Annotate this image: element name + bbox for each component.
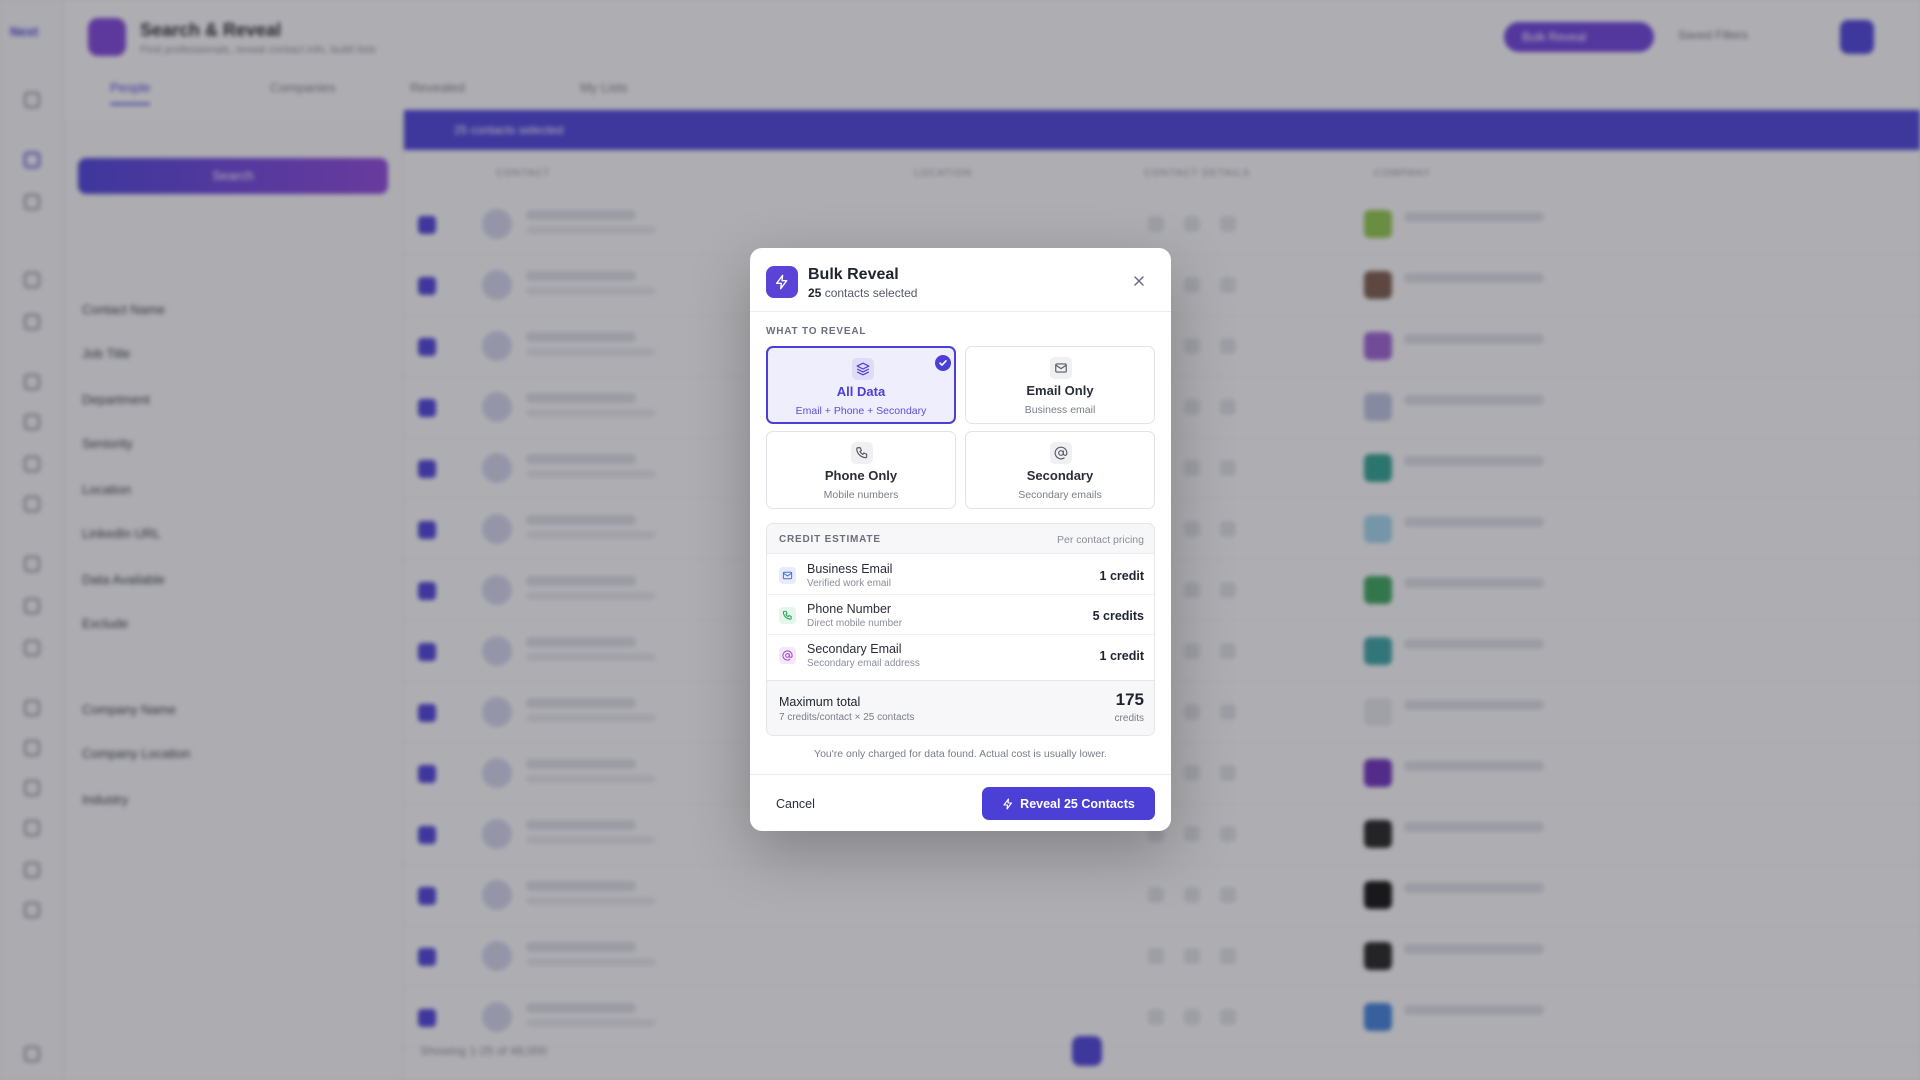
reveal-button-label: Reveal 25 Contacts	[1020, 796, 1135, 811]
estimate-row-phone: Phone Number Direct mobile number 5 cred…	[767, 595, 1154, 635]
selected-count: 25	[808, 286, 822, 300]
section-label: WHAT TO REVEAL	[766, 326, 867, 337]
cancel-button[interactable]: Cancel	[766, 791, 825, 817]
estimate-title: CREDIT ESTIMATE	[779, 534, 881, 545]
option-label: Secondary	[1026, 468, 1094, 483]
bulk-reveal-dialog: Bulk Reveal 25 contacts selected WHAT TO…	[750, 248, 1171, 831]
row-value: 1 credit	[1099, 569, 1144, 583]
credit-estimate: CREDIT ESTIMATE Per contact pricing Busi…	[766, 523, 1155, 736]
at-icon	[779, 647, 796, 664]
row-description: Secondary email address	[807, 658, 920, 669]
row-value: 5 credits	[1092, 609, 1144, 623]
option-description: Secondary emails	[1018, 489, 1102, 501]
estimate-header: CREDIT ESTIMATE Per contact pricing	[767, 524, 1154, 554]
close-icon[interactable]	[1130, 272, 1148, 290]
option-label: All Data	[836, 384, 886, 399]
estimate-total: Maximum total 7 credits/contact × 25 con…	[767, 680, 1154, 735]
row-description: Verified work email	[807, 578, 891, 589]
selected-count-suffix: contacts selected	[821, 286, 918, 300]
row-description: Direct mobile number	[807, 618, 903, 629]
total-label: Maximum total	[779, 695, 861, 709]
option-label: Email Only	[1026, 383, 1094, 398]
lightning-icon	[1003, 797, 1013, 810]
estimate-row-secondary: Secondary Email Secondary email address …	[767, 635, 1154, 675]
estimate-note: Per contact pricing	[1057, 534, 1144, 546]
check-icon	[935, 355, 951, 371]
option-email-only[interactable]: Email Only Business email	[965, 346, 1155, 424]
estimate-row-email: Business Email Verified work email 1 cre…	[767, 555, 1154, 595]
mail-icon	[779, 567, 796, 584]
dialog-footer: Cancel Reveal 25 Contacts	[750, 774, 1171, 831]
reveal-contacts-button[interactable]: Reveal 25 Contacts	[982, 787, 1155, 820]
lightning-icon	[766, 266, 798, 298]
row-label: Secondary Email	[807, 642, 902, 656]
option-phone-only[interactable]: Phone Only Mobile numbers	[766, 431, 956, 509]
option-all-data[interactable]: All Data Email + Phone + Secondary	[766, 346, 956, 424]
total-description: 7 credits/contact × 25 contacts	[779, 712, 915, 723]
dialog-title: Bulk Reveal	[808, 266, 899, 283]
dialog-subtitle: 25 contacts selected	[808, 286, 917, 300]
option-description: Business email	[1024, 404, 1096, 416]
option-label: Phone Only	[824, 468, 898, 483]
phone-icon	[779, 607, 796, 624]
pricing-footnote: You're only charged for data found. Actu…	[814, 748, 1107, 760]
row-label: Business Email	[807, 562, 893, 576]
row-value: 1 credit	[1099, 649, 1144, 663]
at-icon	[1050, 442, 1072, 464]
option-description: Mobile numbers	[823, 489, 899, 501]
dialog-header: Bulk Reveal 25 contacts selected	[750, 248, 1171, 312]
row-label: Phone Number	[807, 602, 892, 616]
option-description: Email + Phone + Secondary	[795, 405, 927, 417]
layers-icon	[852, 358, 874, 380]
option-secondary[interactable]: Secondary Secondary emails	[965, 431, 1155, 509]
total-unit: credits	[1114, 713, 1144, 724]
phone-icon	[851, 442, 873, 464]
total-value: 175	[1115, 690, 1144, 709]
mail-icon	[1050, 357, 1072, 379]
